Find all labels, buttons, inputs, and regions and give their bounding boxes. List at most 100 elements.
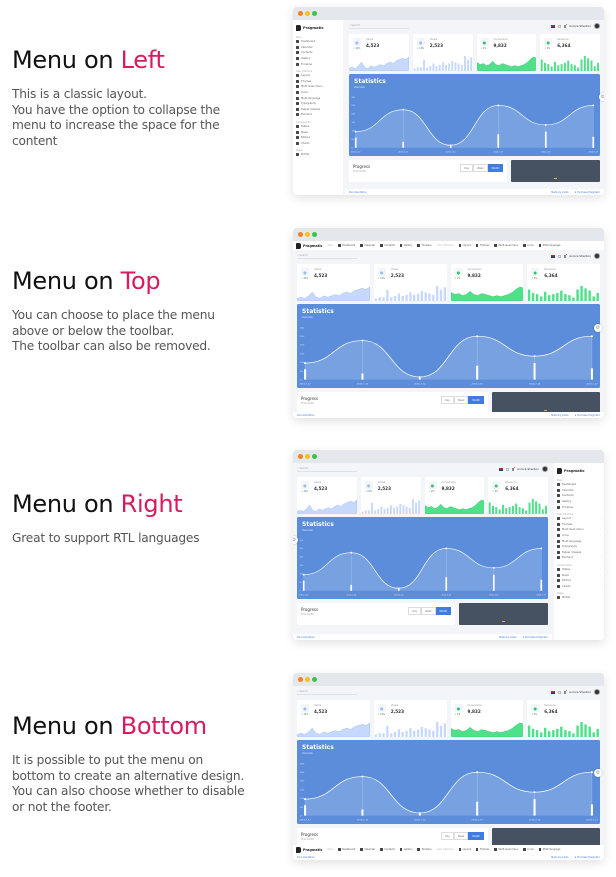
stat-card-conversion[interactable]: ● Conversion 9,832 ↗ 2%: [450, 700, 524, 737]
sidebar-item-timeline[interactable]: Timeline: [296, 61, 340, 67]
language-flag-icon[interactable]: [551, 254, 556, 258]
footer-documentation-link[interactable]: Documentation: [297, 856, 315, 859]
user-name[interactable]: Aurora Shenton: [569, 24, 591, 28]
period-tab-month[interactable]: Month: [487, 164, 504, 172]
period-tab-week[interactable]: Week: [421, 607, 436, 615]
stat-card-conversion[interactable]: ● Conversion 9,832 ↗ 2%: [450, 264, 524, 301]
stat-card-revenue[interactable]: ● Revenue 6,364 ↗ 2%: [527, 264, 600, 301]
language-flag-icon[interactable]: [551, 24, 556, 28]
user-name[interactable]: Aurora Shenton: [569, 690, 591, 694]
footer-purchase-link[interactable]: ⬇ Purchase Pragmatic: [575, 856, 600, 859]
sidebar-item-charts[interactable]: Charts ›: [557, 584, 601, 590]
notification-bell-icon[interactable]: [512, 466, 516, 471]
brand-logo[interactable]: Pragmatic: [296, 846, 323, 853]
search-input[interactable]: ⌕ Search: [297, 467, 357, 472]
footer-made-by-link[interactable]: Made by Linkle: [551, 856, 568, 859]
period-tab-day[interactable]: Day: [408, 607, 422, 615]
period-tab-day[interactable]: Day: [441, 832, 454, 840]
search-input[interactable]: ⌕ Search: [349, 24, 409, 29]
footer-purchase-link[interactable]: ⬇ Purchase Pragmatic: [523, 636, 548, 639]
menu-item-dashboard[interactable]: Dashboard: [338, 244, 355, 247]
heading-prefix: Menu on: [12, 490, 121, 518]
language-flag-icon[interactable]: [551, 690, 556, 694]
menu-item-multi-language[interactable]: Multi language: [538, 244, 561, 247]
menu-item-multi-level-menu[interactable]: Multi level menu: [494, 244, 518, 247]
period-tab-day[interactable]: Day: [460, 164, 474, 172]
notification-bell-icon[interactable]: [564, 253, 568, 258]
menu-item-themes[interactable]: Themes: [475, 848, 489, 851]
sidebar-item-element[interactable]: Element ›: [557, 555, 601, 561]
stat-card-revenue[interactable]: ● Revenue 6,364 ↗ 2%: [488, 477, 548, 514]
sidebar-item-element[interactable]: Element ›: [296, 112, 340, 118]
fullscreen-icon[interactable]: [558, 24, 562, 28]
language-flag-icon[interactable]: [499, 467, 504, 471]
stat-card-revenue[interactable]: ● Revenue 6,364 ↗ 2%: [527, 700, 600, 737]
stat-card-views[interactable]: ● Views 2,523 ↗ 12%: [373, 700, 447, 737]
footer-purchase-link[interactable]: ⬇ Purchase Pragmatic: [575, 191, 600, 194]
footer-purchase-link[interactable]: ⬇ Purchase Pragmatic: [575, 414, 600, 417]
stat-card-conversion[interactable]: ● Conversion 9,832 ↗ 2%: [424, 477, 485, 514]
footer-documentation-link[interactable]: Documentation: [297, 414, 315, 417]
menu-item-dashboard[interactable]: Dashboard: [338, 848, 355, 851]
menu-item-calendar[interactable]: Calendar: [360, 244, 375, 247]
settings-gear-icon[interactable]: ⚙: [599, 93, 604, 101]
fullscreen-icon[interactable]: [558, 690, 562, 694]
stat-card-views[interactable]: ● Views 2,523 ↗ 12%: [360, 477, 421, 514]
menu-item-layout[interactable]: Layout: [458, 244, 471, 247]
footer-documentation-link[interactable]: Documentation: [297, 636, 315, 639]
sidebar-item-profile[interactable]: Profile: [296, 152, 340, 158]
menu-item-timeline[interactable]: Timeline: [417, 244, 432, 247]
search-input[interactable]: ⌕ Search: [297, 690, 357, 695]
stat-card-conversion[interactable]: ● Conversion 9,832 ↗ 2%: [476, 34, 537, 71]
menu-item-gallery[interactable]: Gallery: [399, 848, 412, 851]
sidebar-item-timeline[interactable]: Timeline: [557, 504, 601, 510]
stat-card-users[interactable]: ● Users 4,523 ↗ 12%: [297, 264, 370, 301]
user-avatar[interactable]: [594, 689, 600, 695]
menu-item-icons[interactable]: Icons: [523, 244, 534, 247]
menu-item-themes[interactable]: Themes: [475, 244, 489, 247]
footer-made-by-link[interactable]: Made by Linkle: [499, 636, 516, 639]
menu-item-timeline[interactable]: Timeline: [417, 848, 432, 851]
notification-bell-icon[interactable]: [564, 689, 568, 694]
period-tab-month[interactable]: Month: [435, 607, 452, 615]
menu-item-contacts[interactable]: Contacts: [380, 848, 395, 851]
period-tab-week[interactable]: Week: [453, 396, 469, 404]
menu-item-layout[interactable]: Layout: [458, 848, 471, 851]
menu-item-multi-level-menu[interactable]: Multi level menu: [494, 848, 518, 851]
menu-item-calendar[interactable]: Calendar: [360, 848, 375, 851]
brand-logo[interactable]: Pragmatic: [557, 466, 601, 476]
stat-card-views[interactable]: ● Views 2,523 ↗ 12%: [373, 264, 447, 301]
brand-logo[interactable]: Pragmatic: [296, 23, 340, 33]
user-name[interactable]: Aurora Shenton: [517, 467, 539, 471]
menu-item-icons[interactable]: Icons: [523, 848, 534, 851]
stat-card-revenue[interactable]: ● Revenue 6,364 ↗ 2%: [540, 34, 600, 71]
sidebar-item-profile[interactable]: Profile: [557, 595, 601, 601]
period-tab-month[interactable]: Month: [468, 832, 484, 840]
fullscreen-icon[interactable]: [506, 467, 510, 471]
menu-item-gallery[interactable]: Gallery: [399, 244, 412, 247]
period-tab-week[interactable]: Week: [453, 832, 469, 840]
user-avatar[interactable]: [542, 466, 548, 472]
settings-gear-icon[interactable]: ⚙: [594, 324, 602, 332]
user-avatar[interactable]: [594, 253, 600, 259]
brand-logo[interactable]: Pragmatic: [296, 242, 323, 249]
notification-bell-icon[interactable]: [564, 23, 568, 28]
stat-card-users[interactable]: ● Users 4,523 ↗ 12%: [297, 477, 357, 514]
footer-made-by-link[interactable]: Made by Linkle: [551, 414, 568, 417]
footer-made-by-link[interactable]: Made by Linkle: [551, 191, 568, 194]
footer-documentation-link[interactable]: Documentation: [349, 191, 367, 194]
settings-gear-icon[interactable]: ⚙: [594, 769, 602, 777]
stat-card-views[interactable]: ● Views 2,523 ↗ 12%: [412, 34, 473, 71]
user-name[interactable]: Aurora Shenton: [569, 254, 591, 258]
fullscreen-icon[interactable]: [558, 254, 562, 258]
period-tab-week[interactable]: Week: [473, 164, 488, 172]
stat-card-users[interactable]: ● Users 4,523 ↗ 12%: [349, 34, 409, 71]
stat-card-users[interactable]: ● Users 4,523 ↗ 12%: [297, 700, 370, 737]
search-input[interactable]: ⌕ Search: [297, 254, 357, 259]
user-avatar[interactable]: [594, 23, 600, 29]
menu-item-contacts[interactable]: Contacts: [380, 244, 395, 247]
menu-item-multi-language[interactable]: Multi language: [538, 848, 561, 851]
period-tab-day[interactable]: Day: [441, 396, 454, 404]
sidebar-item-charts[interactable]: Charts ›: [296, 141, 340, 147]
period-tab-month[interactable]: Month: [468, 396, 484, 404]
